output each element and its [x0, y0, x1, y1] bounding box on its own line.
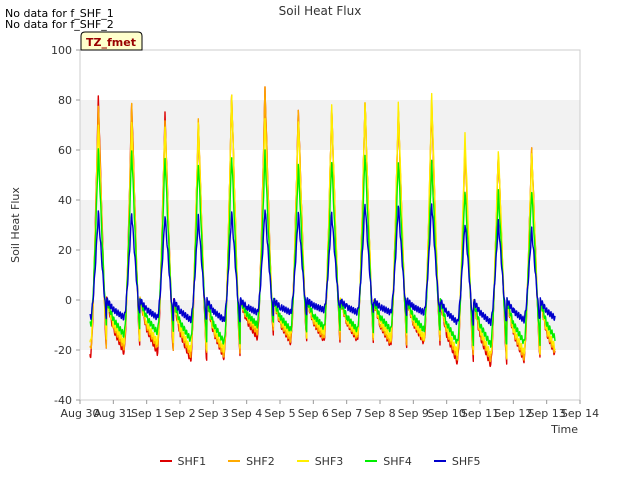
y-tick-label: -40: [54, 394, 72, 407]
legend-swatch: [159, 460, 172, 462]
legend-item-shf1: SHF1: [159, 453, 207, 469]
legend-item-shf4: SHF4: [365, 453, 412, 469]
y-tick-label: 40: [58, 194, 72, 207]
legend-item-shf3: SHF3: [296, 453, 344, 469]
legend-label: SHF4: [383, 454, 412, 468]
y-tick-label: 80: [58, 94, 72, 107]
legend-label: SHF3: [314, 454, 344, 468]
x-tick-label: Sep 4: [231, 407, 262, 420]
grid-band: [80, 250, 580, 300]
legend-swatch: [433, 460, 446, 462]
legend-item-shf2: SHF2: [228, 453, 275, 469]
y-tick-label: 100: [51, 44, 72, 57]
tz-badge: TZ_fmet: [80, 31, 143, 51]
y-axis-label: Soil Heat Flux: [9, 187, 22, 263]
x-tick-label: Sep 3: [198, 407, 229, 420]
x-tick-label: Sep 6: [298, 407, 329, 420]
chart-title: Soil Heat Flux: [279, 4, 362, 18]
legend-label: SHF5: [451, 454, 481, 468]
x-tick-label: Sep 9: [398, 407, 429, 420]
grid-band: [80, 50, 580, 100]
legend-swatch: [365, 460, 378, 462]
grid-band: [80, 100, 580, 150]
x-axis: Aug 30Aug 31Sep 1 Sep 2 Sep 3 Sep 4 Sep 5 Sep…: [61, 400, 599, 420]
legend-label: SHF2: [246, 454, 275, 468]
x-tick-label: Sep 14: [561, 407, 599, 420]
x-axis-label: Time: [550, 423, 578, 436]
y-tick-label: 60: [58, 144, 72, 157]
x-tick-label: Sep 1: [131, 407, 162, 420]
legend-swatch: [228, 460, 241, 462]
x-tick-label: Sep 5: [264, 407, 295, 420]
legend-swatch: [296, 460, 309, 462]
y-tick-label: 20: [58, 244, 72, 257]
y-tick-label: 0: [65, 294, 72, 307]
y-axis: -40 -20 0 20 40 60 80 100: [51, 44, 80, 407]
tz-badge-label: TZ_fmet: [86, 36, 136, 49]
x-tick-label: Sep 2: [164, 407, 195, 420]
legend: SHF1 SHF2 SHF3 SHF4 SHF5: [0, 453, 640, 469]
x-tick-label: Sep 7: [331, 407, 362, 420]
x-tick-label: Sep 8: [364, 407, 395, 420]
y-tick-label: -20: [54, 344, 72, 357]
soil-heat-flux-chart: Soil Heat Flux -40 -20 0 20 40 60 80 100 Aug 30…: [9, 4, 599, 436]
grid-band: [80, 350, 580, 400]
legend-label: SHF1: [177, 454, 207, 468]
legend-item-shf5: SHF5: [433, 453, 481, 469]
x-tick-label: Aug 31: [94, 407, 133, 420]
